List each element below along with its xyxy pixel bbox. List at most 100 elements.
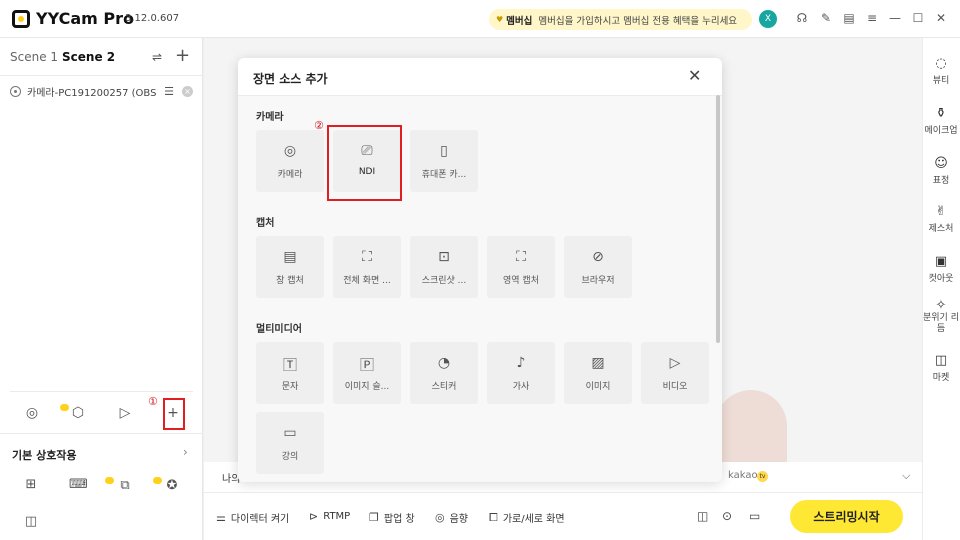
fullscreen-icon: ⛶	[362, 249, 372, 265]
popup-button[interactable]: ❐ 팝업 창	[369, 510, 415, 525]
chevron-down-icon[interactable]: ⌵	[902, 469, 910, 483]
close-icon[interactable]: ✕	[688, 66, 701, 85]
tile-lyrics[interactable]: ♪ 가사	[487, 342, 555, 404]
director-button[interactable]: ⚌ 다이렉터 켜기	[216, 510, 289, 525]
presentation-icon: ▭	[283, 425, 297, 441]
source-menu-icon[interactable]: ☰	[164, 85, 174, 98]
audio-label: 음향	[449, 514, 469, 525]
feedback-icon[interactable]: ✎	[819, 11, 833, 25]
sidebar-item-makeup[interactable]: ⚱ 메이크업	[922, 106, 960, 136]
orientation-button[interactable]: ⧠ 가로/세로 화면	[489, 510, 565, 526]
popup-label: 팝업 창	[383, 514, 415, 525]
camera-source-icon[interactable]: ◎	[22, 403, 42, 423]
keyboard-icon[interactable]: ⌨	[69, 477, 88, 493]
tile-screenshot[interactable]: ⊡ 스크린샷 ...	[410, 236, 478, 298]
layout-icon[interactable]: ◫	[697, 509, 708, 523]
avatar[interactable]: X	[759, 10, 777, 28]
kakao-platform[interactable]: kakao	[728, 470, 758, 481]
director-label: 다이렉터 켜기	[230, 514, 290, 525]
minimize-icon[interactable]: —	[888, 11, 902, 25]
region-icon: ⛶	[516, 249, 526, 265]
maximize-icon[interactable]: ☐	[911, 11, 925, 25]
preview-image	[715, 390, 787, 462]
audio-button[interactable]: ◎ 음향	[435, 510, 468, 525]
face-icon: ☺	[934, 156, 948, 171]
source-item[interactable]: 카메라-PC191200257 (OBS ... ☰ ×	[10, 82, 193, 100]
tile-region-capture[interactable]: ⛶ 영역 캡처	[487, 236, 555, 298]
sidebar-item-expression[interactable]: ☺ 표정	[922, 156, 960, 186]
snapshot-icon[interactable]: ⊙	[722, 509, 732, 523]
visibility-icon[interactable]	[10, 85, 21, 97]
annotation-highlight	[327, 125, 402, 201]
tile-window-capture[interactable]: ▤ 창 캡처	[256, 236, 324, 298]
sidebar-item-cutout[interactable]: ▣ 컷아웃	[922, 254, 960, 284]
scene-settings-icon[interactable]: ⇌	[152, 50, 162, 64]
tile-text[interactable]: 🅃 문자	[256, 342, 324, 404]
app-version: 3.12.0.607	[125, 13, 180, 24]
menu-icon[interactable]: ≡	[865, 11, 879, 25]
kakao-badge-icon: tv	[757, 471, 768, 482]
camera-icon: ◎	[283, 143, 297, 159]
plugin-icon[interactable]: ⬡	[68, 403, 88, 423]
media-icon[interactable]: ▷	[115, 403, 135, 423]
tile-camera[interactable]: ◎ 카메라	[256, 130, 324, 192]
premium-badge-icon	[60, 404, 69, 411]
start-streaming-button[interactable]: 스트리밍시작	[790, 500, 903, 533]
divider	[0, 433, 203, 434]
tile-image-slideshow[interactable]: 🄿 이미지 슬...	[333, 342, 401, 404]
basic-interaction-title: 기본 상호작용	[12, 449, 77, 462]
compass-icon: ⊘	[592, 249, 604, 265]
scrollbar[interactable]	[716, 95, 720, 343]
audio-icon: ◎	[435, 511, 445, 524]
app-name: YYCam Pro	[36, 9, 134, 28]
phone-icon: ▯	[440, 143, 448, 159]
orientation-label: 가로/세로 화면	[502, 514, 565, 525]
music-note-icon: ♪	[516, 355, 526, 371]
premium-badge-icon	[105, 477, 114, 484]
popup-icon: ❐	[369, 511, 379, 524]
rtmp-label: RTMP	[323, 511, 351, 522]
tile-image[interactable]: ▨ 이미지	[564, 342, 632, 404]
notes-icon[interactable]: ▤	[842, 11, 856, 25]
tab-scene-1[interactable]: Scene 1	[10, 50, 58, 64]
heart-icon: ♥	[496, 15, 504, 24]
video-icon: ▷	[669, 355, 681, 371]
tile-browser[interactable]: ⊘ 브라우저	[564, 236, 632, 298]
membership-banner[interactable]: ♥ 멤버십 멤버십을 가입하시고 멤버십 전용 혜택을 누리세요	[489, 9, 752, 30]
gesture-icon: ✌	[935, 204, 947, 219]
add-scene-icon[interactable]: +	[175, 45, 190, 66]
record-icon[interactable]: ▭	[749, 509, 760, 523]
tile-lecture[interactable]: ▭ 강의	[256, 412, 324, 474]
scene-panel	[0, 38, 203, 540]
section-title-camera: 카메라	[256, 112, 284, 123]
image-icon: ▨	[591, 355, 605, 371]
tile-video[interactable]: ▷ 비디오	[641, 342, 709, 404]
tile-sticker[interactable]: ◔ 스티커	[410, 342, 478, 404]
app-logo-icon	[12, 10, 30, 28]
remove-source-icon[interactable]: ×	[182, 85, 193, 97]
headset-icon[interactable]: ☊	[795, 11, 809, 25]
director-icon: ⚌	[216, 511, 226, 524]
sidebar-item-gesture[interactable]: ✌ 제스처	[922, 204, 960, 234]
rtmp-button[interactable]: ⊳ RTMP	[309, 510, 350, 523]
bag-icon[interactable]: ◫	[23, 514, 39, 530]
sticker-icon: ◔	[437, 355, 451, 371]
star-icon[interactable]: ✪	[164, 478, 180, 494]
tile-fullscreen-capture[interactable]: ⛶ 전체 화면 ...	[333, 236, 401, 298]
tile-phone-camera[interactable]: ▯ 휴대폰 카...	[410, 130, 478, 192]
dialog-body: 카메라 ◎ 카메라 ⎚ NDI ▯ 휴대폰 카... 캡처 ▤ 창 캡처 ⛶ 전…	[238, 96, 722, 482]
sidebar-item-market[interactable]: ◫ 마켓	[922, 353, 960, 383]
chevron-right-icon[interactable]: ›	[183, 445, 188, 459]
source-label: 카메라-PC191200257 (OBS ...	[27, 87, 161, 99]
devices-icon[interactable]: ⧉	[117, 478, 133, 494]
annotation-highlight	[163, 398, 185, 430]
sidebar-item-ambience[interactable]: ✧ 분위기 리듬	[922, 299, 960, 335]
close-icon[interactable]: ✕	[934, 11, 948, 25]
membership-text: 멤버십을 가입하시고 멤버십 전용 혜택을 누리세요	[538, 15, 738, 27]
gift-icon[interactable]: ⊞	[23, 477, 39, 493]
text-icon: 🅃	[283, 358, 297, 374]
tab-scene-2[interactable]: Scene 2	[62, 50, 115, 64]
screenshot-icon: ⊡	[438, 249, 450, 265]
sidebar-item-beauty[interactable]: ◌ 뷰티	[922, 56, 960, 86]
premium-badge-icon	[153, 477, 162, 484]
